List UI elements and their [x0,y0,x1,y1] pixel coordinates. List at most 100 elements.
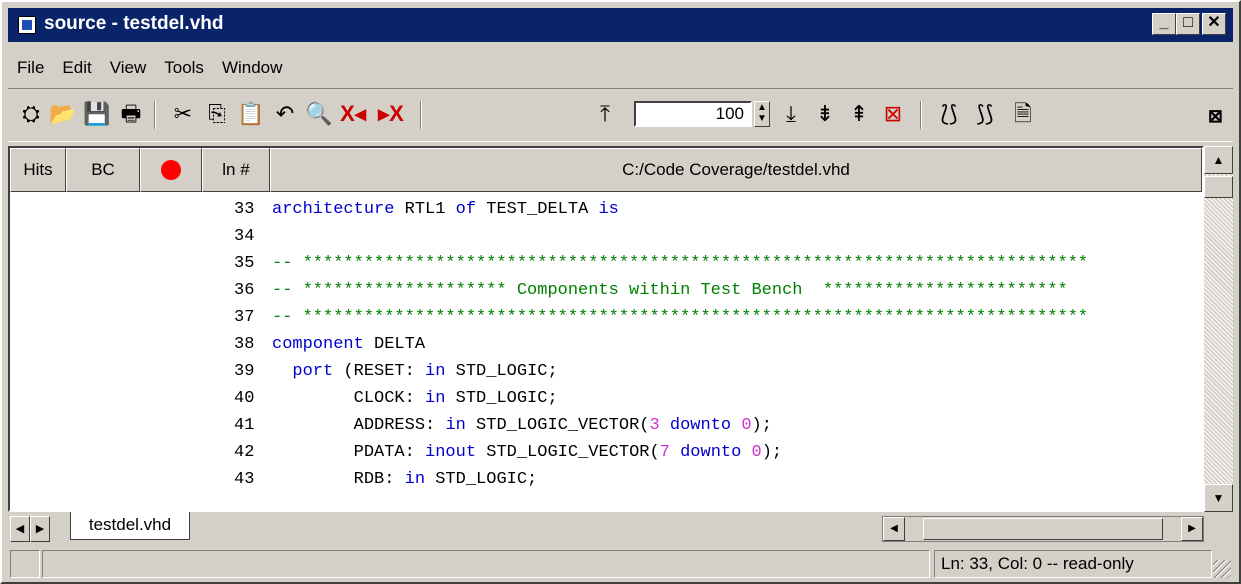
document-icon[interactable]: 🗎 [1008,99,1038,129]
column-header-bc[interactable]: BC [66,148,140,192]
code-line[interactable]: 33 architecture RTL1 of TEST_DELTA is [10,196,1200,223]
horizontal-scrollbar[interactable]: ◀ ▶ [882,516,1204,542]
line-number: 34 [234,227,255,246]
maximize-button[interactable]: □ [1176,13,1200,35]
zoom-input[interactable]: 100 [634,101,752,127]
zoom-spinner[interactable]: ▲ ▼ [754,101,770,127]
code-token: STD_LOGIC_VECTOR( [465,416,650,435]
menu-edit[interactable]: Edit [53,50,100,78]
tab-testdel[interactable]: testdel.vhd [70,512,190,540]
code-line[interactable]: 37 -- ***********************************… [10,304,1200,331]
cut-icon[interactable]: ✂ [168,99,198,129]
toolbar-close-icon[interactable]: ⊠ [1208,106,1223,127]
code-line[interactable]: 35 -- ***********************************… [10,250,1200,277]
close-button[interactable]: ✕ [1202,13,1226,35]
code-line[interactable]: 40 CLOCK: in STD_LOGIC; [10,385,1200,412]
menu-file[interactable]: File [8,50,53,78]
clear-right-icon[interactable]: ▸X [376,99,406,129]
code-token: ADDRESS: [272,416,446,435]
code-line[interactable]: 34 [10,223,1200,250]
code-token: RTL1 [394,200,456,219]
copy-icon[interactable]: ⎘ [202,99,232,129]
print-icon[interactable]: 🖶 [116,99,146,129]
code-token: -- *************************************… [272,308,1089,327]
code-token: is [598,200,619,219]
line-number: 35 [234,254,255,273]
toolbar-separator [154,101,156,129]
bottom-icon[interactable]: ⤓ [776,99,806,129]
code-token: in [445,416,466,435]
tab-prev-button[interactable]: ◀ [10,516,30,542]
menu-window[interactable]: Window [213,50,291,78]
column-header-hits[interactable]: Hits [10,148,66,192]
code-token: STD_LOGIC; [445,389,558,408]
code-token: in [425,362,446,381]
code-text: PDATA: inout STD_LOGIC_VECTOR(7 downto 0… [272,439,783,466]
breakpoint-icon [161,160,181,180]
horizontal-scroll-thumb[interactable] [923,518,1163,540]
next-icon[interactable]: ⇟ [810,99,840,129]
clear-icon[interactable]: ⊠ [878,99,908,129]
line-number: 36 [234,281,255,300]
save-icon[interactable]: 💾 [82,99,112,129]
code-token: STD_LOGIC_VECTOR( [476,443,660,462]
vertical-scrollbar[interactable]: ▲ ▼ [1204,146,1233,512]
cursor-position: Ln: 33, Col: 0 -- read-only [934,550,1212,578]
menu-view[interactable]: View [101,50,156,78]
step-icon[interactable]: ⛭ [16,99,46,129]
scroll-thumb[interactable] [1204,176,1233,198]
code-token: port [292,362,334,381]
find-icon[interactable]: 🔍 [304,99,334,129]
code-token: STD_LOGIC; [425,470,538,489]
line-number: 43 [234,470,255,489]
code-token: ); [751,416,772,435]
scroll-down-button[interactable]: ▼ [1204,484,1233,512]
code-token: 0 [741,416,752,435]
code-token: RDB: [272,470,405,489]
code-line[interactable]: 41 ADDRESS: in STD_LOGIC_VECTOR(3 downto… [10,412,1200,439]
code-token: inout [425,443,477,462]
column-header-breakpoint[interactable] [140,148,202,192]
code-line[interactable]: 42 PDATA: inout STD_LOGIC_VECTOR(7 downt… [10,439,1200,466]
status-bar: Ln: 33, Col: 0 -- read-only [8,546,1233,580]
code-text: component DELTA [272,331,425,358]
title-bar: source - testdel.vhd _ □ ✕ [8,8,1233,42]
source-editor: Hits BC ln # C:/Code Coverage/testdel.vh… [8,146,1204,512]
scroll-left-button[interactable]: ◀ [883,517,905,541]
code-token: in [404,470,426,489]
code-line[interactable]: 38 component DELTA [10,331,1200,358]
column-header-line-number[interactable]: ln # [202,148,270,192]
menu-tools[interactable]: Tools [155,50,213,78]
code-line[interactable]: 39 port (RESET: in STD_LOGIC; [10,358,1200,385]
resize-grip[interactable] [1213,560,1231,578]
open-folder-icon[interactable]: 📂 [48,99,78,129]
code-text: -- *************************************… [272,250,1088,277]
toolbar: ⛭ 📂 💾 🖶 ✂ ⎘ 📋 ↶ 🔍 X◂ ▸X ⤒ 100 ▲ ▼ ⤓ ⇟ ⇞ ⊠… [8,88,1233,142]
code-token: TEST_DELTA [476,200,599,219]
step-over-icon[interactable]: ⟆⟆ [970,99,1000,129]
prev-icon[interactable]: ⇞ [844,99,874,129]
line-number: 33 [234,200,255,219]
code-token: downto [669,416,732,435]
minimize-button[interactable]: _ [1152,13,1176,35]
code-token: (RESET: [333,362,426,381]
code-token: ); [761,443,783,462]
column-header-file-path[interactable]: C:/Code Coverage/testdel.vhd [270,148,1202,192]
code-token: 0 [751,443,762,462]
code-line[interactable]: 36 -- ******************** Components wit… [10,277,1200,304]
tab-bar: ◀ ▶ testdel.vhd ◀ ▶ [8,512,1233,546]
line-number: 38 [234,335,255,354]
clear-left-icon[interactable]: X◂ [338,99,368,129]
code-text: RDB: in STD_LOGIC; [272,466,538,493]
undo-icon[interactable]: ↶ [270,99,300,129]
code-line[interactable]: 43 RDB: in STD_LOGIC; [10,466,1200,493]
tab-next-button[interactable]: ▶ [30,516,50,542]
code-area[interactable]: 33 architecture RTL1 of TEST_DELTA is 34 35… [10,196,1200,493]
top-icon[interactable]: ⤒ [590,99,620,129]
scroll-right-button[interactable]: ▶ [1181,517,1203,541]
paste-icon[interactable]: 📋 [236,99,266,129]
step-into-icon[interactable]: ⟅⟆ [934,99,964,129]
scroll-up-button[interactable]: ▲ [1204,146,1233,174]
